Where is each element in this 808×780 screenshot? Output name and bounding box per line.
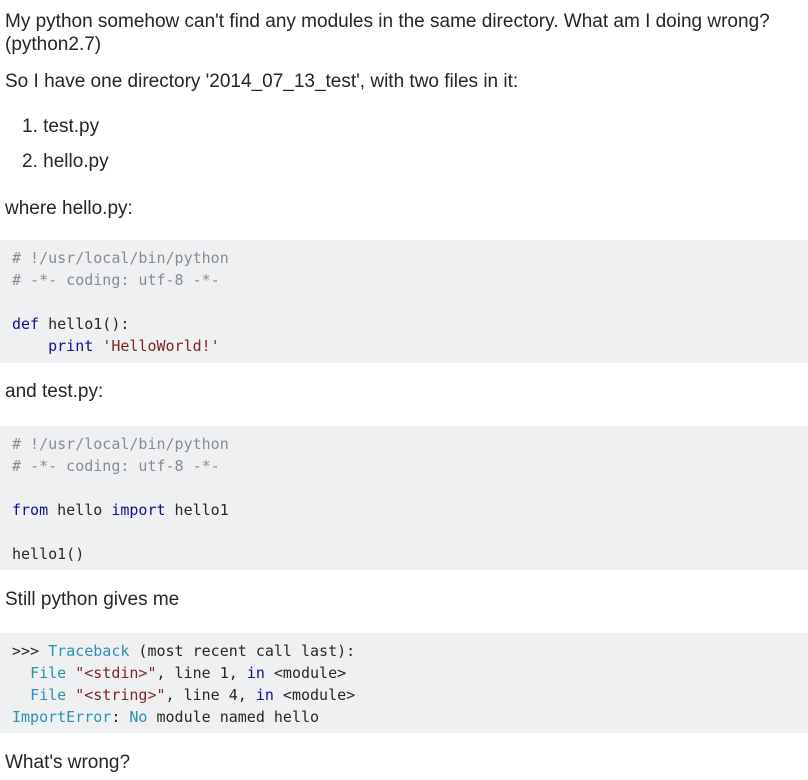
- still-text: Still python gives me: [5, 589, 180, 610]
- prompt: >>>: [12, 642, 49, 660]
- code-line: File "<string>", line 4, in <module>: [12, 684, 796, 706]
- code-text: :: [111, 708, 130, 726]
- closing-text: What's wrong?: [5, 752, 131, 773]
- traceback-block: >>> Traceback (most recent call last): F…: [0, 633, 808, 733]
- type-name: ImportError: [12, 708, 112, 726]
- and-test-text: and test.py:: [5, 381, 104, 402]
- keyword: from: [12, 501, 49, 519]
- code-text: hello1():: [39, 315, 130, 333]
- code-text: , line 1,: [156, 664, 247, 682]
- code-line: >>> Traceback (most recent call last):: [12, 640, 796, 662]
- code-line: # !/usr/local/bin/python: [12, 249, 229, 267]
- code-line: from hello import hello1: [12, 499, 796, 521]
- code-line: File "<stdin>", line 1, in <module>: [12, 662, 796, 684]
- where-hello-text: where hello.py:: [5, 198, 133, 219]
- intro-line-2: (python2.7): [5, 34, 102, 55]
- type-name: File: [30, 686, 67, 704]
- string: "<string>": [75, 686, 166, 704]
- code-text: , line 4,: [165, 686, 256, 704]
- keyword: print: [12, 337, 94, 355]
- string: 'HelloWorld!': [102, 337, 220, 355]
- code-line: hello1(): [12, 545, 85, 563]
- setup-text: So I have one directory '2014_07_13_test…: [5, 71, 519, 92]
- type-name: No: [129, 708, 148, 726]
- list-item: 2. hello.py: [22, 151, 109, 172]
- code-line: ImportError: No module named hello: [12, 706, 796, 728]
- intro-line-1: My python somehow can't find any modules…: [5, 11, 770, 32]
- keyword: in: [246, 664, 265, 682]
- code-text: module named hello: [147, 708, 320, 726]
- keyword: in: [255, 686, 274, 704]
- list-item: 1. test.py: [22, 116, 100, 137]
- test-code-block: # !/usr/local/bin/python # -*- coding: ut…: [0, 426, 808, 570]
- code-text: hello1: [165, 501, 229, 519]
- question-intro: My python somehow can't find any modules…: [5, 10, 808, 56]
- code-text: <module>: [264, 664, 347, 682]
- code-line: # -*- coding: utf-8 -*-: [12, 457, 220, 475]
- code-line: # !/usr/local/bin/python: [12, 435, 229, 453]
- hello-code-block: # !/usr/local/bin/python # -*- coding: ut…: [0, 240, 808, 363]
- code-text: (most recent call last):: [129, 642, 356, 660]
- code-line: def hello1():: [12, 313, 796, 335]
- type-name: File: [30, 664, 67, 682]
- keyword: def: [12, 315, 40, 333]
- code-line: # -*- coding: utf-8 -*-: [12, 271, 220, 289]
- keyword: import: [111, 501, 166, 519]
- code-line: print 'HelloWorld!': [12, 335, 796, 357]
- code-text: hello: [48, 501, 112, 519]
- code-text: <module>: [273, 686, 356, 704]
- type-name: Traceback: [48, 642, 130, 660]
- string: "<stdin>": [75, 664, 157, 682]
